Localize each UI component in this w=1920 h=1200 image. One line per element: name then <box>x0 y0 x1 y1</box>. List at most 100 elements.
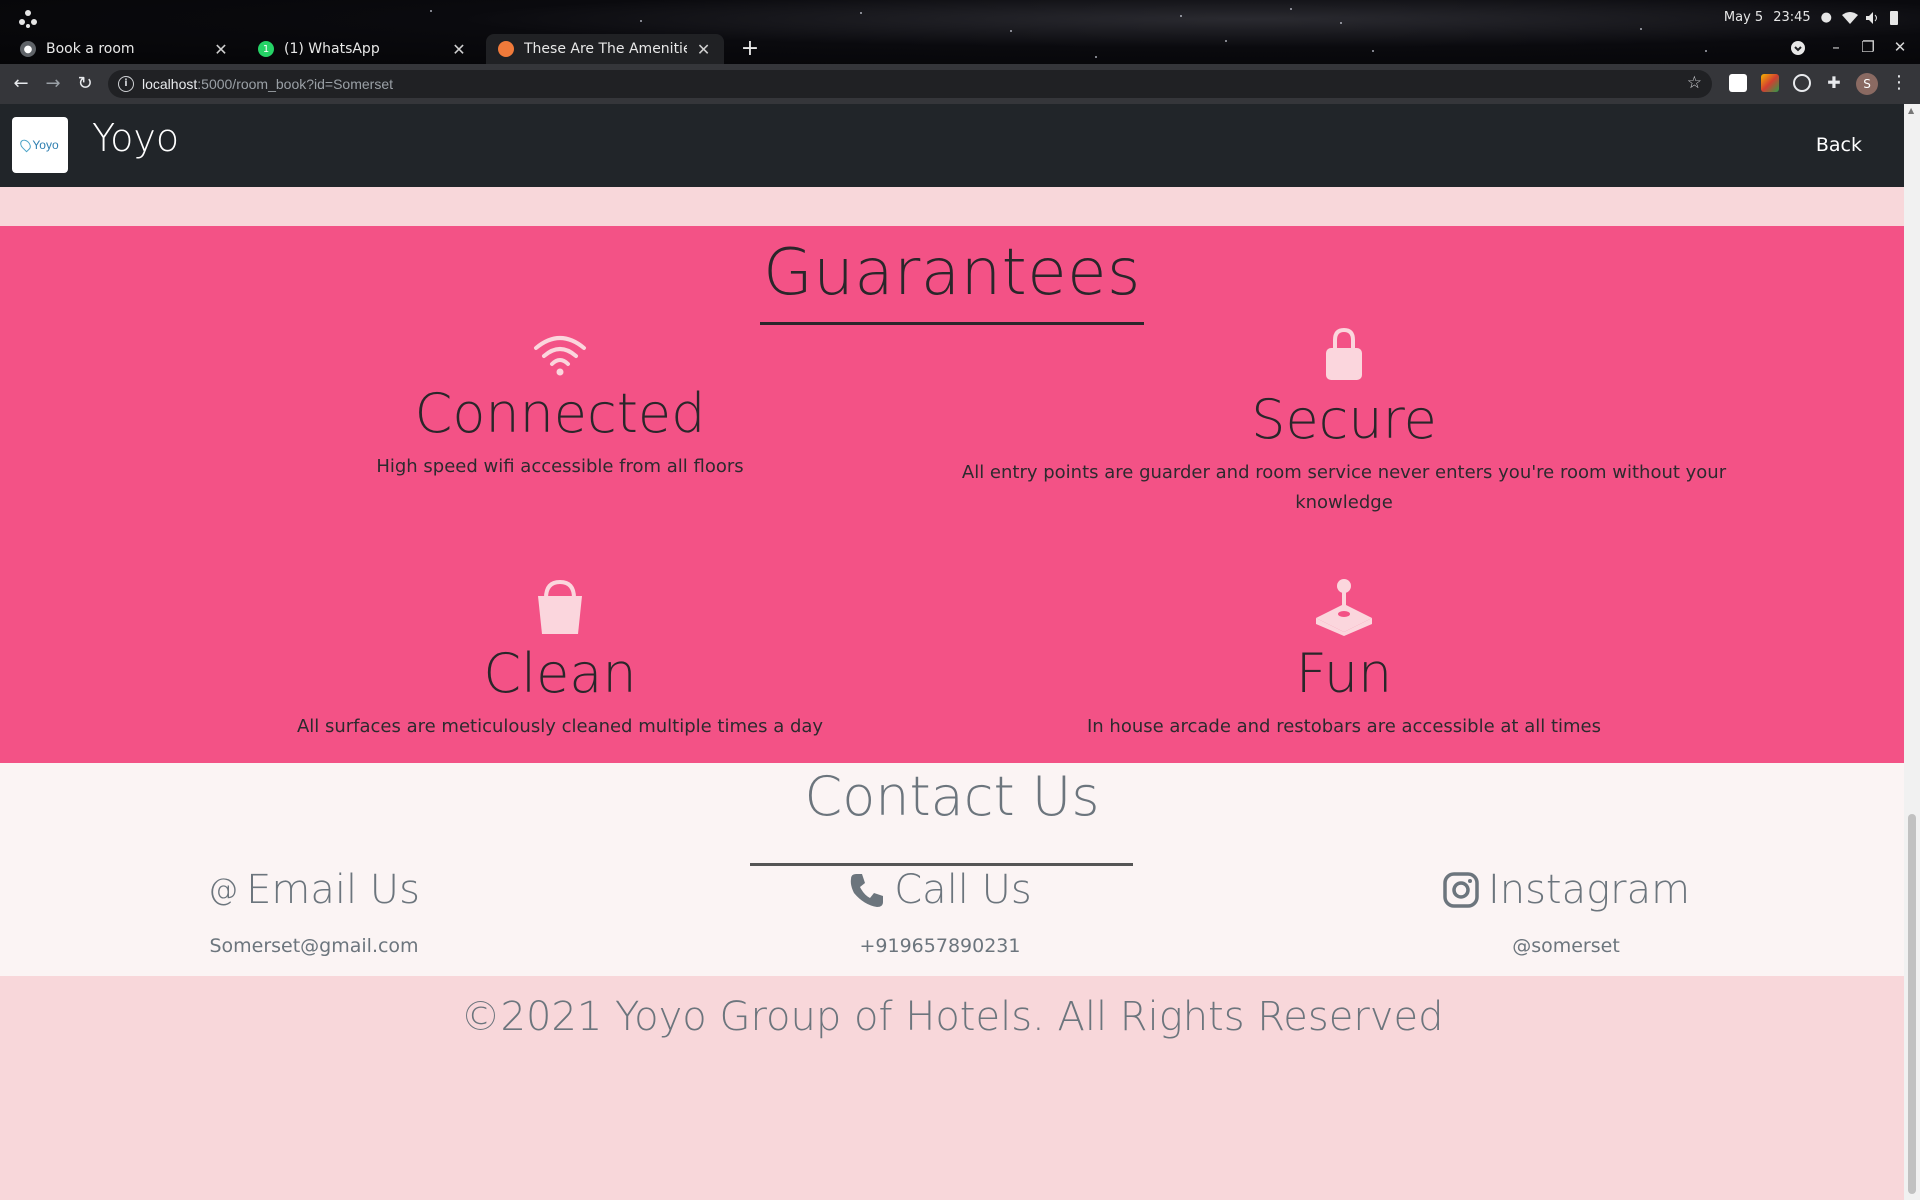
wallpaper-star <box>1372 50 1374 52</box>
contact-email-value[interactable]: Somerset@gmail.com <box>114 935 514 957</box>
media-control-icon[interactable] <box>1790 40 1806 56</box>
close-icon[interactable]: ✕ <box>450 40 468 59</box>
brand-logo[interactable]: Yoyo <box>12 117 68 173</box>
contact-email: @ Email Us Somerset@gmail.com <box>114 867 514 957</box>
wifi-status-icon[interactable] <box>1842 12 1858 24</box>
url-host: localhost <box>142 76 198 92</box>
wallpaper-star <box>1180 15 1182 17</box>
title-underline <box>760 322 1144 325</box>
bookmark-star-icon[interactable]: ☆ <box>1687 73 1702 93</box>
browser-menu-icon[interactable]: ⋮ <box>1890 72 1908 93</box>
feature-name: Secure <box>1251 388 1437 451</box>
tab-title: These Are The Amenities <box>524 41 688 57</box>
puzzle-icon[interactable]: ✚ <box>1825 74 1843 92</box>
minimize-icon[interactable]: – <box>1826 38 1846 56</box>
wallpaper-star <box>860 12 862 14</box>
os-menu-icon[interactable] <box>18 9 38 29</box>
close-icon[interactable]: ✕ <box>695 40 712 59</box>
address-bar[interactable]: i localhost:5000/room_book?id=Somerset ☆ <box>108 70 1712 98</box>
feature-name: Fun <box>1295 642 1393 705</box>
volume-icon[interactable] <box>1866 12 1880 24</box>
site-info-icon[interactable]: i <box>118 76 134 92</box>
scrollbar-thumb[interactable] <box>1908 814 1916 1194</box>
extension-icon[interactable] <box>1729 74 1747 92</box>
back-link[interactable]: Back <box>1816 134 1862 156</box>
site-footer: ©2021 Yoyo Group of Hotels. All Rights R… <box>0 976 1904 1200</box>
feature-description: All entry points are guarder and room se… <box>961 462 1727 513</box>
url-path: :5000/room_book?id=Somerset <box>197 76 393 92</box>
wallpaper-star <box>640 20 642 22</box>
extension-icon[interactable] <box>1793 74 1811 92</box>
map-pin-icon <box>18 137 34 153</box>
globe-icon: ● <box>20 41 36 57</box>
guarantees-title: Guarantees <box>763 236 1141 310</box>
contact-phone-value[interactable]: +919657890231 <box>740 935 1140 957</box>
dot-indicator-icon: ● <box>1820 10 1832 25</box>
wallpaper-star <box>430 10 432 12</box>
brand-name[interactable]: Yoyo <box>92 116 179 160</box>
restore-icon[interactable]: ❐ <box>1858 38 1878 56</box>
page-viewport: Yoyo Yoyo Back Guarantees Connected High… <box>0 104 1904 1200</box>
section-divider-strip <box>0 187 1904 226</box>
feature-description: High speed wifi accessible from all floo… <box>376 456 744 477</box>
system-date: May 5 <box>1723 10 1764 25</box>
title-underline <box>750 863 1133 866</box>
battery-icon[interactable] <box>1890 11 1898 25</box>
feature-name: Clean <box>483 642 637 705</box>
tab-title: (1) WhatsApp <box>284 41 380 57</box>
wallpaper-star <box>1340 22 1342 24</box>
site-icon <box>498 41 514 57</box>
tab-book-a-room[interactable]: ● Book a room ✕ <box>8 34 242 64</box>
wallpaper-star <box>1640 28 1642 30</box>
contact-email-label: Email Us <box>246 867 420 913</box>
joystick-icon <box>1316 579 1372 636</box>
contact-instagram: Instagram @somerset <box>1366 867 1766 957</box>
browser-tab-strip: ● Book a room ✕ 1 (1) WhatsApp ✕ These A… <box>0 0 1920 64</box>
scroll-up-icon[interactable]: ▲ <box>1908 106 1916 115</box>
wallpaper-star <box>1705 50 1707 52</box>
system-status-area: May 5 23:45 ● <box>1724 10 1832 25</box>
feature-description: All surfaces are meticulously cleaned mu… <box>296 716 824 737</box>
system-time: 23:45 <box>1773 10 1811 25</box>
site-navbar: Yoyo Yoyo Back <box>0 104 1904 187</box>
guarantees-section: Guarantees Connected High speed wifi acc… <box>0 226 1904 763</box>
feature-secure: Secure All entry points are guarder and … <box>960 326 1728 518</box>
contact-phone-label: Call Us <box>894 867 1032 913</box>
feature-fun: Fun In house arcade and restobars are ac… <box>960 578 1728 742</box>
bucket-icon <box>538 579 582 634</box>
whatsapp-icon: 1 <box>258 41 274 57</box>
browser-toolbar: ← → ↻ i localhost:5000/room_book?id=Some… <box>0 64 1920 104</box>
contact-title: Contact Us <box>804 765 1100 828</box>
instagram-icon <box>1443 872 1479 908</box>
reload-icon[interactable]: ↻ <box>73 72 97 96</box>
contact-section: Contact Us @ Email Us Somerset@gmail.com… <box>0 763 1904 976</box>
page-scrollbar[interactable]: ▲ <box>1904 104 1920 1200</box>
contact-phone: Call Us +919657890231 <box>740 867 1140 957</box>
close-icon[interactable]: ✕ <box>212 40 230 59</box>
profile-avatar[interactable]: S <box>1856 73 1878 95</box>
contact-instagram-label: Instagram <box>1487 867 1691 913</box>
wallpaper-star <box>1225 40 1227 42</box>
address-url[interactable]: localhost:5000/room_book?id=Somerset <box>142 76 393 92</box>
wallpaper-star <box>1290 8 1292 10</box>
feature-clean: Clean All surfaces are meticulously clea… <box>280 578 840 742</box>
tab-whatsapp[interactable]: 1 (1) WhatsApp ✕ <box>246 34 480 64</box>
window-close-icon[interactable]: ✕ <box>1890 38 1910 56</box>
lock-icon <box>1326 327 1362 380</box>
wallpaper-star <box>1010 30 1012 32</box>
contact-instagram-value[interactable]: @somerset <box>1366 935 1766 957</box>
feature-description: In house arcade and restobars are access… <box>1086 716 1601 737</box>
wifi-icon <box>534 336 586 376</box>
wallpaper-star <box>1095 56 1097 58</box>
copyright-text: ©2021 Yoyo Group of Hotels. All Rights R… <box>460 994 1444 1040</box>
tab-title: Book a room <box>46 41 135 57</box>
new-tab-button[interactable]: + <box>738 36 762 61</box>
phone-icon <box>851 874 884 907</box>
feature-connected: Connected High speed wifi accessible fro… <box>280 334 840 482</box>
feature-name: Connected <box>414 382 706 445</box>
forward-arrow-icon[interactable]: → <box>41 72 65 96</box>
extension-icon[interactable] <box>1761 74 1779 92</box>
at-icon: @ <box>208 872 239 908</box>
back-arrow-icon[interactable]: ← <box>9 72 33 96</box>
tab-amenities[interactable]: These Are The Amenities ✕ <box>486 34 724 64</box>
